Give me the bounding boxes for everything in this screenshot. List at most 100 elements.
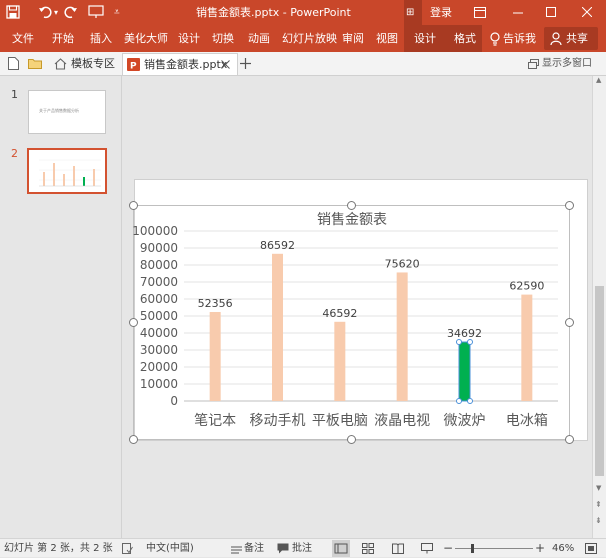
- save-icon[interactable]: [6, 5, 20, 19]
- scroll-up-icon[interactable]: ▲: [596, 76, 601, 84]
- document-tab-bar: 模板专区 P 销售金额表.pptx 显示多窗口: [0, 52, 606, 76]
- resize-handle[interactable]: [565, 318, 574, 327]
- x-tick-label-0: 笔记本: [194, 413, 236, 429]
- bar-5[interactable]: [521, 294, 533, 401]
- zoom-level[interactable]: 46%: [552, 539, 574, 558]
- bar-4[interactable]: [458, 341, 471, 402]
- multi-window-icon[interactable]: [528, 59, 539, 69]
- next-slide-icon[interactable]: ⇟: [595, 516, 602, 525]
- home-icon: [54, 58, 67, 70]
- maximize-icon[interactable]: [546, 7, 556, 17]
- bar-selection-handle[interactable]: [456, 339, 462, 346]
- tab-transitions[interactable]: 切换: [212, 25, 234, 52]
- y-tick-label: 80000: [140, 258, 178, 272]
- redo-icon[interactable]: [64, 5, 78, 19]
- data-label-5: 62590: [509, 280, 544, 293]
- reading-view-icon[interactable]: [392, 543, 404, 554]
- tab-file[interactable]: 文件: [12, 25, 34, 52]
- comments-icon: [277, 543, 289, 554]
- tab-insert[interactable]: 插入: [90, 25, 112, 52]
- folder-icon[interactable]: [28, 58, 42, 69]
- tab-chart-format[interactable]: 格式: [454, 25, 476, 52]
- comments-button[interactable]: 批注: [292, 539, 312, 558]
- zoom-slider[interactable]: [455, 548, 533, 549]
- slideshow-view-icon[interactable]: [421, 543, 433, 554]
- zoom-in-icon[interactable]: +: [535, 539, 545, 558]
- chart-gridlines: [184, 230, 558, 402]
- multi-window-button[interactable]: 显示多窗口: [542, 53, 592, 75]
- close-icon[interactable]: [582, 7, 592, 17]
- zoom-slider-thumb[interactable]: [471, 544, 474, 553]
- fit-to-window-icon[interactable]: [585, 543, 597, 554]
- tab-beautify[interactable]: 美化大师: [124, 25, 168, 52]
- tab-chart-design[interactable]: 设计: [414, 25, 436, 52]
- bar-3[interactable]: [396, 272, 408, 401]
- resize-handle[interactable]: [129, 435, 138, 444]
- chart-title[interactable]: 销售金额表: [317, 212, 387, 228]
- tab-design[interactable]: 设计: [178, 25, 200, 52]
- resize-handle[interactable]: [565, 201, 574, 210]
- bar-0[interactable]: [209, 311, 221, 401]
- x-axis-tick-labels[interactable]: 笔记本 移动手机 平板电脑 液晶电视 微波炉 电冰箱: [194, 413, 548, 429]
- tab-view[interactable]: 视图: [376, 25, 398, 52]
- chart-frame[interactable]: [133, 205, 570, 440]
- scrollbar-thumb[interactable]: [595, 286, 604, 476]
- previous-slide-icon[interactable]: ⇞: [595, 500, 602, 509]
- new-document-icon[interactable]: [8, 57, 19, 70]
- y-tick-label: 60000: [140, 292, 178, 306]
- slide-editing-area: 销售金额表 0 10000 20000 30000 40000 50000 60000 700…: [122, 76, 592, 538]
- bar-selection-handle[interactable]: [456, 398, 462, 404]
- lightbulb-icon: [490, 32, 500, 46]
- ribbon-display-icon[interactable]: [474, 7, 486, 18]
- vertical-scrollbar[interactable]: ▲ ▼ ⇞ ⇟: [592, 76, 606, 538]
- slide-thumbnail-1[interactable]: 关于产品销售数据分析: [28, 90, 106, 134]
- scroll-down-icon[interactable]: ▼: [596, 484, 601, 492]
- resize-handle[interactable]: [565, 435, 574, 444]
- new-tab-icon[interactable]: [240, 58, 251, 69]
- tab-template-label: 模板专区: [71, 57, 115, 70]
- y-tick-label: 100000: [132, 224, 178, 238]
- spellcheck-icon[interactable]: [122, 543, 133, 554]
- undo-icon[interactable]: [38, 5, 52, 19]
- y-axis-tick-labels[interactable]: 0 10000 20000 30000 40000 50000 60000 70000 8000…: [132, 224, 178, 408]
- bar-selection-handle[interactable]: [467, 339, 473, 346]
- tab-review[interactable]: 审阅: [342, 25, 364, 52]
- tab-slideshow[interactable]: 幻灯片放映: [282, 25, 337, 52]
- person-icon: [550, 32, 562, 45]
- bar-selection-handle[interactable]: [467, 398, 473, 404]
- tab-document[interactable]: P 销售金额表.pptx: [122, 53, 238, 75]
- resize-handle[interactable]: [347, 435, 356, 444]
- present-icon[interactable]: [88, 5, 104, 19]
- resize-handle[interactable]: [129, 201, 138, 210]
- normal-view-icon[interactable]: [332, 540, 350, 557]
- slide-sorter-icon[interactable]: [362, 543, 374, 554]
- thumbnail-chart-preview: [39, 159, 101, 187]
- tell-me-button[interactable]: 告诉我: [503, 25, 536, 52]
- slide-thumbnail-2[interactable]: [27, 148, 107, 194]
- svg-text:P: P: [130, 62, 137, 72]
- y-tick-label: 10000: [140, 377, 178, 391]
- bar-2[interactable]: [334, 321, 346, 401]
- customize-icon[interactable]: ⩡: [114, 0, 120, 25]
- data-labels: 52356 86592 46592 75620 34692 62590: [198, 239, 545, 340]
- y-tick-label: 90000: [140, 241, 178, 255]
- zoom-out-icon[interactable]: −: [443, 539, 453, 558]
- minimize-icon[interactable]: [513, 12, 523, 14]
- slide-thumbnail-pane: 1 关于产品销售数据分析 2: [0, 76, 122, 538]
- data-label-2: 46592: [322, 307, 357, 320]
- chart-selection-handles[interactable]: [129, 201, 574, 444]
- share-label: 共享: [566, 32, 588, 45]
- resize-handle[interactable]: [347, 201, 356, 210]
- resize-handle[interactable]: [129, 318, 138, 327]
- login-link[interactable]: 登录: [430, 0, 452, 25]
- tab-animations[interactable]: 动画: [248, 25, 270, 52]
- language-status[interactable]: 中文(中国): [146, 539, 194, 558]
- tab-document-label: 销售金额表.pptx: [144, 58, 228, 71]
- tab-template-zone[interactable]: 模板专区: [48, 53, 120, 75]
- tab-home[interactable]: 开始: [52, 25, 74, 52]
- chart[interactable]: 销售金额表 0 10000 20000 30000 40000 50000 60000 700…: [122, 76, 592, 538]
- undo-dropdown-icon[interactable]: ▾: [54, 0, 58, 25]
- tab-close-icon[interactable]: [221, 60, 230, 69]
- notes-button[interactable]: 备注: [244, 539, 264, 558]
- bar-1[interactable]: [272, 253, 283, 401]
